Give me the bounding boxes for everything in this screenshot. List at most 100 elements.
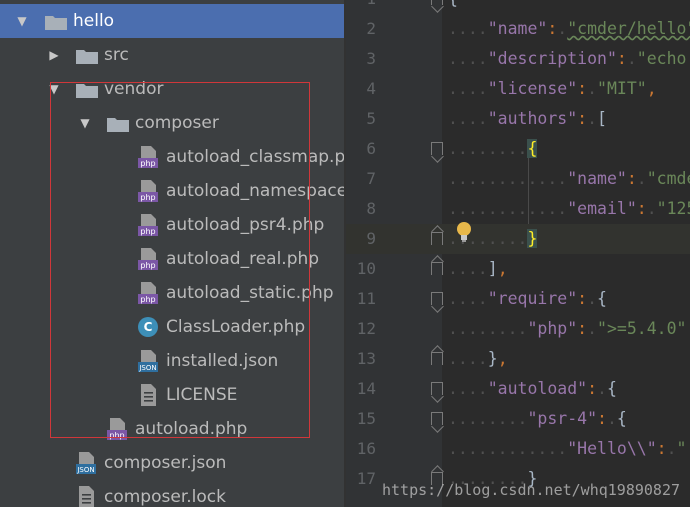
text-file-icon <box>141 384 156 406</box>
code-text: ....}, <box>448 349 508 368</box>
code-line[interactable]: 6 ........{ <box>346 134 690 164</box>
code-line[interactable]: 5 ...."authors":.[ <box>346 104 690 134</box>
code-line[interactable]: 13....}, <box>346 344 690 374</box>
code-text: ...."require":.{ <box>448 289 607 308</box>
tree-item-classloader[interactable]: C ClassLoader.php <box>0 310 344 344</box>
json-file-icon: JSON <box>76 452 96 474</box>
php-file-icon: php <box>138 214 158 236</box>
code-line[interactable]: 2 ...."name":."cmder/hello", <box>346 14 690 44</box>
code-line[interactable]: 15 ........"psr-4":.{ <box>346 404 690 434</box>
tree-item-label: autoload_psr4.php <box>166 215 325 235</box>
tree-item-label: src <box>104 45 129 65</box>
code-text: ...."license":."MIT", <box>448 79 657 98</box>
code-text: ............"name":."cmder <box>448 169 690 188</box>
tree-item-src[interactable]: ▶ src <box>0 38 344 72</box>
line-number: 15 <box>356 409 376 428</box>
folder-icon <box>76 84 98 98</box>
fold-marker-icon[interactable] <box>431 0 443 5</box>
line-number: 11 <box>356 289 376 308</box>
tree-item-label: autoload_static.php <box>166 283 334 303</box>
line-number: 8 <box>366 199 376 218</box>
folder-icon <box>45 16 67 30</box>
fold-marker-icon[interactable] <box>431 232 443 245</box>
code-text: ........"psr-4":.{ <box>448 409 627 428</box>
php-file-icon: php <box>138 282 158 304</box>
fold-marker-icon[interactable] <box>431 142 443 155</box>
tree-item-label: vendor <box>104 79 164 99</box>
tree-item-vendor[interactable]: ▼ vendor <box>0 72 344 106</box>
code-line[interactable]: 7 ............"name":."cmder <box>346 164 690 194</box>
tree-item-installed-json[interactable]: JSON installed.json <box>0 344 344 378</box>
tree-item-label: autoload_classmap.php <box>166 147 344 167</box>
text-file-icon <box>79 486 94 507</box>
expand-arrow-icon[interactable]: ▼ <box>14 4 30 38</box>
line-number: 16 <box>356 439 376 458</box>
line-number: 2 <box>366 19 376 38</box>
line-number: 7 <box>366 169 376 188</box>
tree-item-hello[interactable]: ▼ hello <box>0 4 344 38</box>
code-line[interactable]: 11 ...."require":.{ <box>346 284 690 314</box>
fold-marker-icon[interactable] <box>431 412 443 425</box>
file-badge: JSON <box>76 466 94 474</box>
collapse-arrow-icon[interactable]: ▶ <box>46 38 62 72</box>
tree-item-label: LICENSE <box>166 385 238 405</box>
file-badge: php <box>140 261 155 270</box>
tree-item-composer[interactable]: ▼ composer <box>0 106 344 140</box>
file-badge: php <box>140 159 155 168</box>
php-file-icon: php <box>138 180 158 202</box>
code-editor[interactable]: 1{2...."name":."cmder/hello",3...."descr… <box>346 0 690 507</box>
line-number: 9 <box>366 229 376 248</box>
tree-item-autoload-php[interactable]: php autoload.php <box>0 412 344 446</box>
file-badge: php <box>140 227 155 236</box>
tree-item-license[interactable]: LICENSE <box>0 378 344 412</box>
code-text: ........{ <box>448 139 538 158</box>
file-badge: php <box>109 431 124 440</box>
file-badge: JSON <box>138 364 156 372</box>
file-badge: php <box>140 295 155 304</box>
code-text: ...."authors":.[ <box>448 109 607 128</box>
code-line[interactable]: 14 ...."autoload":.{ <box>346 374 690 404</box>
project-tree: ▼ hello ▶ src ▼ vendor ▼ composer php au… <box>0 0 344 507</box>
tree-item-label: hello <box>73 11 115 31</box>
code-line[interactable]: 1{ <box>346 0 690 14</box>
line-number: 1 <box>346 0 376 14</box>
php-file-icon: php <box>138 146 158 168</box>
code-line[interactable]: 4 ...."license":."MIT", <box>346 74 690 104</box>
tree-item-composer-json[interactable]: JSON composer.json <box>0 446 344 480</box>
lightbulb-icon[interactable] <box>455 221 473 243</box>
fold-marker-icon[interactable] <box>431 262 443 275</box>
tree-item-composer-lock[interactable]: composer.lock <box>0 480 344 507</box>
tree-item-label: composer.lock <box>104 487 226 507</box>
expand-arrow-icon[interactable]: ▼ <box>46 72 62 106</box>
code-line[interactable]: 3 ...."description":."echo <box>346 44 690 74</box>
code-line[interactable]: 10....], <box>346 254 690 284</box>
tree-item-label: installed.json <box>166 351 279 371</box>
file-badge: php <box>140 193 155 202</box>
code-line[interactable]: 9........} <box>346 224 690 254</box>
fold-marker-icon[interactable] <box>431 292 443 305</box>
tree-item-label: autoload_real.php <box>166 249 320 269</box>
php-file-icon: php <box>107 418 127 440</box>
code-text: ............"email":."125 <box>448 199 690 218</box>
tree-item-label: autoload_namespaces.php <box>166 181 344 201</box>
line-number: 5 <box>366 109 376 128</box>
watermark-text: https://blog.csdn.net/whq19890827 <box>381 481 680 499</box>
tree-item-autoload-namespaces[interactable]: php autoload_namespaces.php <box>0 174 344 208</box>
tree-item-label: autoload.php <box>135 419 248 439</box>
fold-marker-icon[interactable] <box>431 382 443 395</box>
fold-marker-icon[interactable] <box>431 352 443 365</box>
line-number: 4 <box>366 79 376 98</box>
line-number: 17 <box>356 469 376 488</box>
tree-item-autoload-real[interactable]: php autoload_real.php <box>0 242 344 276</box>
expand-arrow-icon[interactable]: ▼ <box>77 106 93 140</box>
code-line[interactable]: 16 ............"Hello\\":." <box>346 434 690 464</box>
tree-item-label: ClassLoader.php <box>166 317 306 337</box>
tree-item-autoload-psr4[interactable]: php autoload_psr4.php <box>0 208 344 242</box>
line-number: 12 <box>356 319 376 338</box>
code-line[interactable]: 12 ........"php":.">=5.4.0" <box>346 314 690 344</box>
code-text: ........"php":.">=5.4.0" <box>448 319 687 338</box>
code-line[interactable]: 8 ............"email":."125 <box>346 194 690 224</box>
tree-item-autoload-classmap[interactable]: php autoload_classmap.php <box>0 140 344 174</box>
json-file-icon: JSON <box>138 350 158 372</box>
tree-item-autoload-static[interactable]: php autoload_static.php <box>0 276 344 310</box>
